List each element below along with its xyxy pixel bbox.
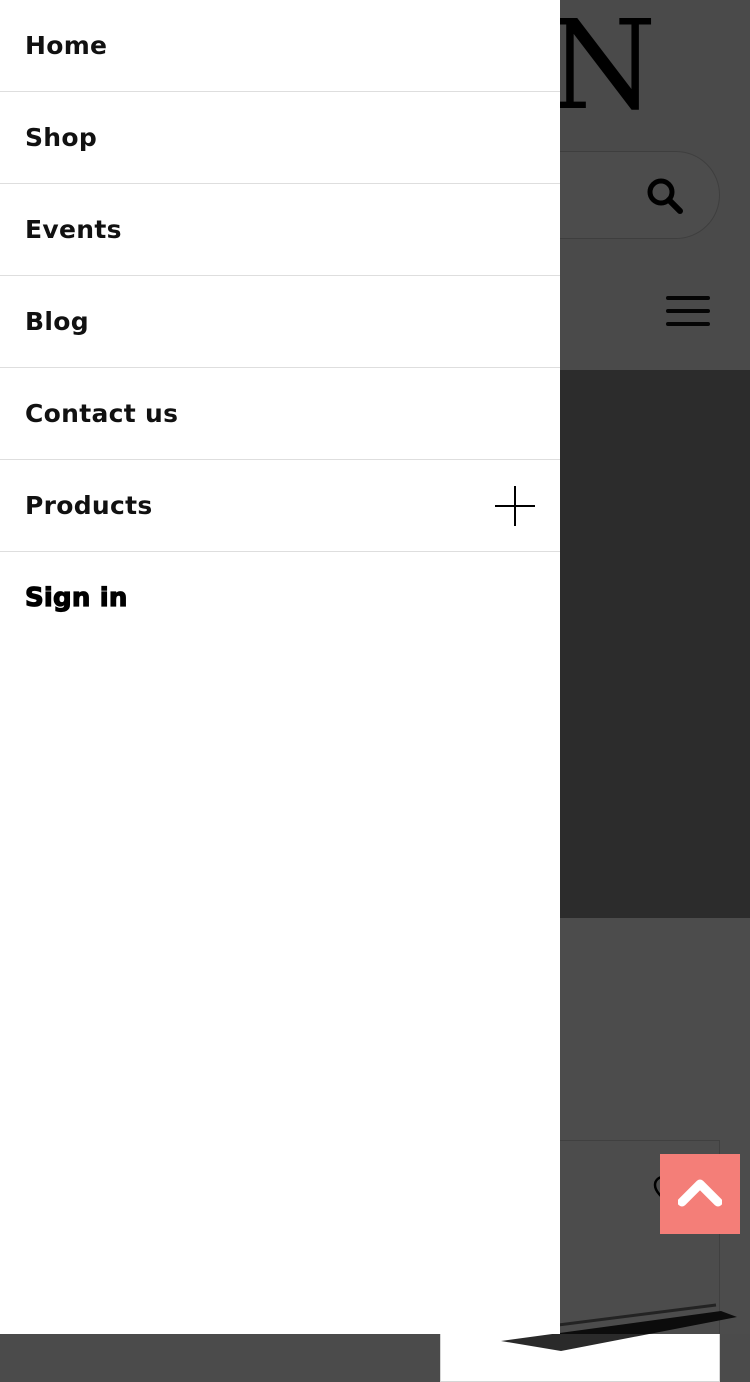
chevron-up-icon [678,1179,722,1207]
back-to-top-button[interactable] [660,1154,740,1234]
nav-item-shop[interactable]: Shop [0,92,560,184]
nav-item-products[interactable]: Products [0,460,560,552]
nav-item-blog[interactable]: Blog [0,276,560,368]
nav-item-label: Blog [25,307,89,336]
nav-item-label: Home [25,31,108,60]
nav-item-label: Shop [25,123,98,152]
nav-item-label: Contact us [25,399,179,428]
nav-item-events[interactable]: Events [0,184,560,276]
nav-item-label: Products [25,491,153,520]
sign-in-label: Sign in [24,582,128,613]
side-navigation-drawer: Home Shop Events Blog Contact us Product… [0,0,560,1334]
nav-item-label: Events [25,215,122,244]
plus-icon[interactable] [495,486,535,526]
nav-item-home[interactable]: Home [0,0,560,92]
nav-item-contact-us[interactable]: Contact us [0,368,560,460]
sign-in-link[interactable]: Sign in [0,552,560,644]
